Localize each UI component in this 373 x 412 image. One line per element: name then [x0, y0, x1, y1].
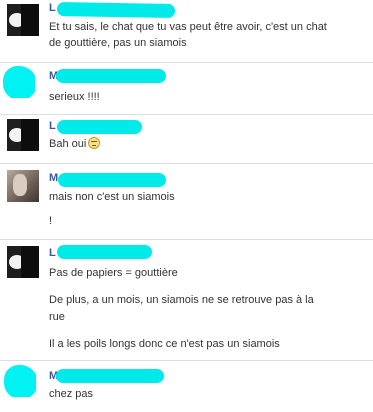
message-separator	[0, 62, 373, 63]
chat-message: M chez pas	[0, 364, 373, 410]
message-line: Il a les poils longs donc ce n'est pas u…	[49, 338, 280, 350]
chat-message: L Pas de papiers = gouttière De plus, a …	[0, 243, 373, 359]
message-line: de gouttière, pas un siamois	[49, 37, 187, 49]
user-avatar[interactable]	[4, 365, 36, 397]
message-separator	[0, 114, 373, 115]
avatar-shadow-shape	[21, 246, 39, 278]
user-avatar[interactable]	[7, 170, 39, 202]
redaction-scribble	[58, 173, 166, 187]
redaction-scribble	[57, 120, 142, 134]
avatar-photo-figure	[13, 174, 27, 196]
chat-conversation: L Et tu sais, le chat que tu vas peut êt…	[0, 0, 373, 412]
message-line: chez pas	[49, 388, 94, 400]
chat-message: L Bah oui	[0, 118, 373, 164]
redaction-scribble	[57, 245, 152, 259]
redaction-scribble	[56, 69, 166, 83]
message-line: De plus, a un mois, un siamois ne se ret…	[49, 294, 314, 306]
message-line: mais non c'est un siamois	[49, 191, 175, 203]
sender-name[interactable]: L	[49, 120, 56, 132]
chat-message: L Et tu sais, le chat que tu vas peut êt…	[0, 1, 373, 64]
message-line: !	[49, 215, 53, 227]
message-line: Pas de papiers = gouttière	[49, 267, 178, 279]
user-avatar[interactable]	[7, 4, 39, 36]
sender-name[interactable]: M	[49, 172, 58, 184]
message-line: Et tu sais, le chat que tu vas peut être…	[49, 21, 327, 33]
chat-message: M serieux !!!!	[0, 66, 373, 116]
message-separator	[0, 360, 373, 361]
user-avatar[interactable]	[3, 66, 35, 98]
message-separator	[0, 163, 373, 164]
message-separator	[0, 239, 373, 240]
avatar-shadow-shape	[21, 119, 39, 151]
message-line: serieux !!!!	[49, 91, 100, 103]
redaction-scribble	[56, 1, 176, 19]
avatar-scribble-shape	[3, 66, 35, 98]
user-avatar[interactable]	[7, 246, 39, 278]
sender-name[interactable]: L	[49, 2, 56, 14]
chat-message: M mais non c'est un siamois !	[0, 167, 373, 239]
user-avatar[interactable]	[7, 119, 39, 151]
avatar-shadow-shape	[21, 4, 39, 36]
message-line: rue	[49, 311, 65, 323]
sender-name[interactable]: L	[49, 247, 56, 259]
message-line: Bah oui	[49, 138, 87, 150]
avatar-scribble-shape	[4, 365, 36, 397]
message-text: Bah oui	[49, 137, 373, 151]
unamused-face-icon	[88, 137, 101, 149]
redaction-scribble	[56, 369, 164, 383]
